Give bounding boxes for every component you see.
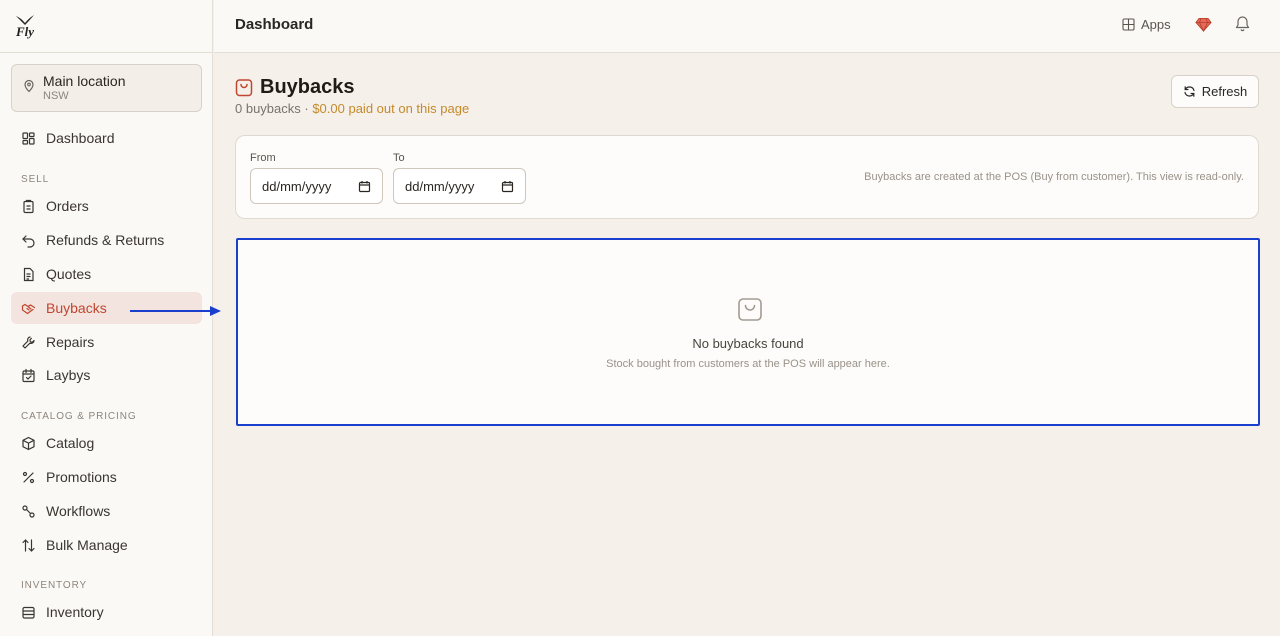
sidebar-item-label: Dashboard (46, 130, 115, 146)
location-selector[interactable]: Main location NSW (11, 64, 202, 112)
apps-label: Apps (1141, 17, 1171, 32)
sidebar-item-catalog[interactable]: Catalog (11, 427, 202, 459)
sidebar: Fly Main location NSW Dashboard SELL Ord… (0, 0, 213, 636)
from-date-input[interactable]: dd/mm/yyyy (250, 168, 383, 204)
sidebar-item-label: Quotes (46, 266, 92, 282)
to-label: To (393, 152, 405, 164)
sidebar-item-refunds[interactable]: Refunds & Returns (11, 224, 202, 256)
logo-text: Fly (15, 24, 35, 39)
logo-area: Fly (0, 0, 212, 53)
document-icon (23, 267, 34, 281)
page-title: Buybacks (260, 76, 355, 98)
buyback-count: 0 buybacks · (235, 101, 313, 116)
calendar-icon[interactable] (501, 180, 514, 193)
sidebar-item-dashboard[interactable]: Dashboard (11, 122, 202, 154)
sidebar-item-workflows[interactable]: Workflows (11, 495, 202, 527)
top-bar: Dashboard Apps (214, 0, 1280, 53)
percent-icon (22, 471, 35, 483)
section-label-inventory: INVENTORY (21, 580, 88, 591)
sidebar-item-label: Repairs (46, 334, 95, 350)
sidebar-item-orders[interactable]: Orders (11, 190, 202, 222)
sidebar-item-label: Buybacks (46, 300, 107, 316)
section-label-catalog: CATALOG & PRICING (21, 411, 137, 422)
paid-out-amount: $0.00 paid out on this page (312, 101, 470, 116)
sidebar-item-label: Orders (46, 198, 89, 214)
sidebar-item-laybys[interactable]: Laybys (11, 359, 202, 391)
shopping-bag-icon (738, 298, 762, 321)
calendar-check-icon (22, 368, 35, 382)
grid-icon (1122, 18, 1135, 31)
refresh-icon (1184, 86, 1195, 97)
location-name: Main location (43, 73, 126, 89)
sidebar-item-label: Catalog (46, 435, 95, 451)
handshake-icon (21, 303, 36, 314)
map-pin-icon (24, 79, 34, 93)
empty-state-card: No buybacks found Stock bought from cust… (236, 238, 1260, 426)
sidebar-item-inventory[interactable]: Inventory (11, 596, 202, 628)
to-date-input[interactable]: dd/mm/yyyy (393, 168, 526, 204)
page-summary: 0 buybacks · $0.00 paid out on this page (235, 101, 469, 116)
filter-card: From dd/mm/yyyy To dd/mm/yyyy Buybacks a… (235, 135, 1259, 219)
refresh-label: Refresh (1201, 84, 1248, 99)
empty-state-title: No buybacks found (692, 336, 804, 351)
wrench-icon (22, 335, 35, 349)
sidebar-item-label: Refunds & Returns (46, 232, 165, 248)
empty-state-subtitle: Stock bought from customers at the POS w… (606, 358, 890, 370)
sidebar-item-label: Inventory (46, 604, 104, 620)
top-bar-title: Dashboard (235, 16, 314, 33)
sidebar-item-repairs[interactable]: Repairs (11, 326, 202, 358)
warehouse-icon (22, 606, 35, 619)
gem-icon[interactable] (1195, 16, 1212, 33)
arrows-up-down-icon (22, 538, 35, 552)
calendar-icon[interactable] (358, 180, 371, 193)
annotation-arrow (130, 306, 221, 316)
workflow-icon (22, 504, 35, 518)
sidebar-item-label: Laybys (46, 367, 91, 383)
sidebar-item-label: Promotions (46, 469, 117, 485)
sidebar-item-label: Bulk Manage (46, 537, 128, 553)
bell-icon[interactable] (1234, 15, 1251, 33)
shopping-bag-icon (235, 79, 253, 97)
read-only-note: Buybacks are created at the POS (Buy fro… (864, 171, 1244, 183)
clipboard-icon (23, 199, 34, 213)
from-label: From (250, 152, 276, 164)
undo-icon (22, 234, 35, 248)
sidebar-item-promotions[interactable]: Promotions (11, 461, 202, 493)
section-label-sell: SELL (21, 174, 50, 185)
refresh-button[interactable]: Refresh (1171, 75, 1259, 108)
sidebar-item-bulk-manage[interactable]: Bulk Manage (11, 529, 202, 561)
brand-logo[interactable]: Fly (12, 11, 38, 41)
to-date-value: dd/mm/yyyy (405, 178, 475, 194)
dashboard-icon (22, 131, 35, 145)
from-date-value: dd/mm/yyyy (262, 178, 332, 194)
location-region: NSW (43, 90, 69, 102)
sidebar-item-label: Workflows (46, 503, 111, 519)
apps-button[interactable]: Apps (1122, 17, 1171, 32)
sidebar-item-quotes[interactable]: Quotes (11, 258, 202, 290)
box-icon (22, 436, 35, 450)
